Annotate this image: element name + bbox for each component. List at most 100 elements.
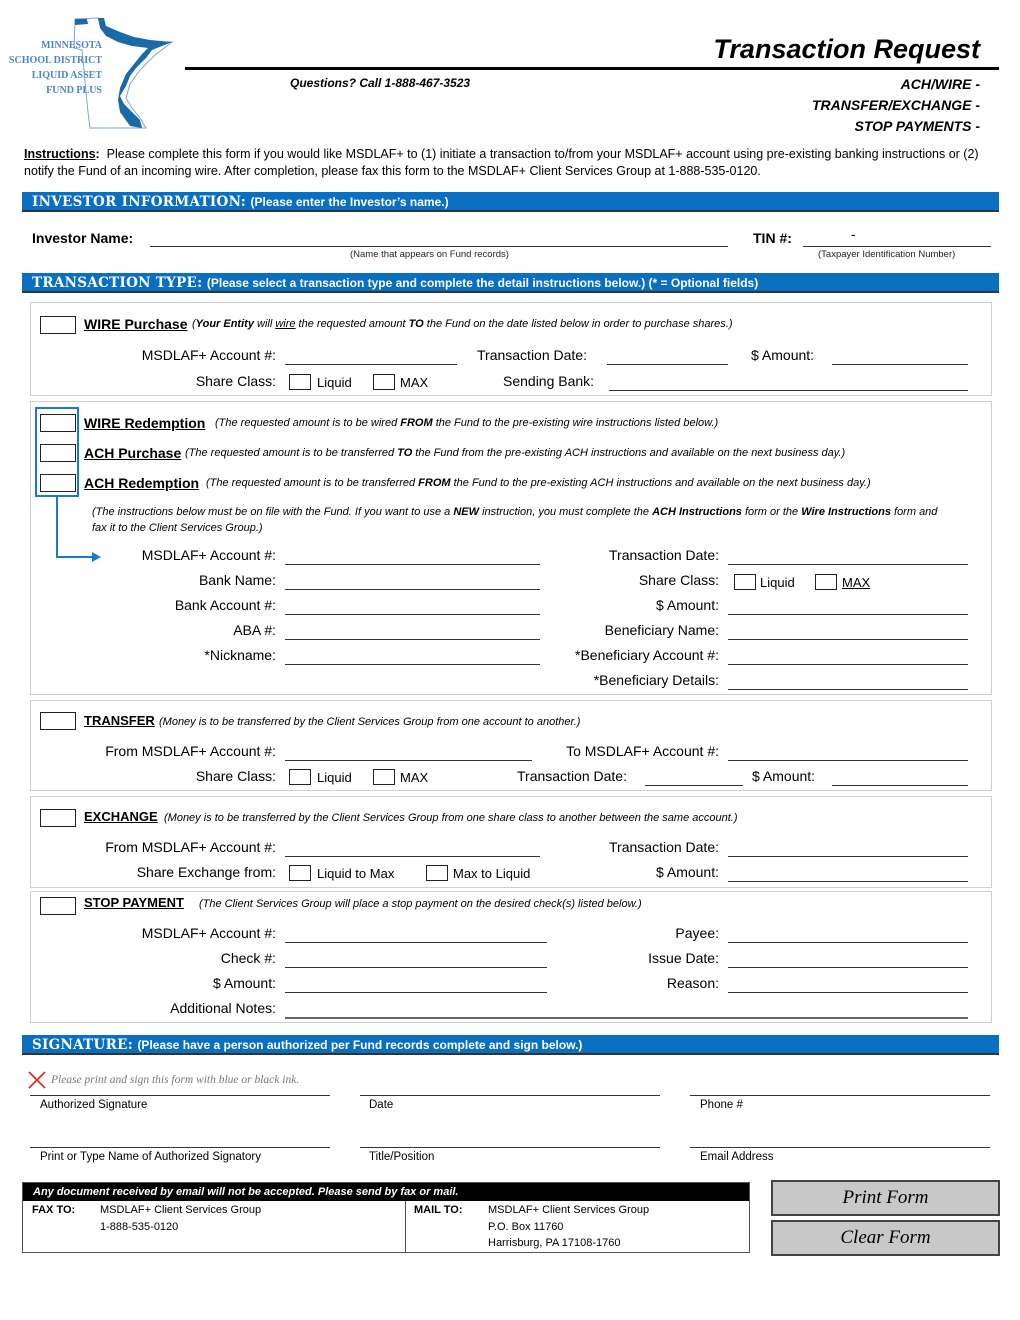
sp-payee-label: Payee: bbox=[675, 925, 719, 941]
wp-account-label: MSDLAF+ Account #: bbox=[141, 347, 276, 363]
ex-liquid-to-max-checkbox[interactable] bbox=[289, 865, 311, 881]
wp-amount-field[interactable] bbox=[832, 364, 968, 365]
wp-max-checkbox[interactable] bbox=[373, 374, 395, 390]
authorized-signature-field[interactable] bbox=[30, 1095, 330, 1096]
ach-redemption-checkbox[interactable] bbox=[40, 474, 76, 492]
ex-liquid-to-max-label: Liquid to Max bbox=[317, 866, 395, 881]
sp-reason-field[interactable] bbox=[728, 992, 968, 993]
ex-amount-field[interactable] bbox=[728, 881, 968, 882]
exchange-checkbox[interactable] bbox=[40, 809, 76, 827]
ex-date-field[interactable] bbox=[728, 856, 968, 857]
logo-line: LIQUID ASSET bbox=[31, 70, 102, 81]
wp-date-field[interactable] bbox=[607, 364, 728, 365]
mail-line: P.O. Box 11760 bbox=[488, 1220, 564, 1233]
ra-account-field[interactable] bbox=[285, 564, 540, 565]
email-field[interactable] bbox=[690, 1147, 990, 1148]
ra-date-label: Transaction Date: bbox=[609, 547, 719, 563]
sp-payee-field[interactable] bbox=[728, 942, 968, 943]
ach-purchase-desc: (The requested amount is to be transferr… bbox=[185, 447, 846, 459]
ra-beneficiary-details-field[interactable] bbox=[728, 689, 968, 690]
investor-information-bar: INVESTOR INFORMATION: (Please enter the … bbox=[22, 192, 999, 212]
ex-from-field[interactable] bbox=[285, 856, 540, 857]
fax-to-details: MSDLAF+ Client Services Group 1-888-535-… bbox=[100, 1202, 261, 1235]
ex-max-to-liquid-checkbox[interactable] bbox=[426, 865, 448, 881]
ach-redemption-title: ACH Redemption bbox=[84, 475, 200, 491]
tr-to-field[interactable] bbox=[728, 760, 968, 761]
ra-account-label: MSDLAF+ Account #: bbox=[141, 547, 276, 563]
title-position-field[interactable] bbox=[360, 1147, 660, 1148]
investor-name-hint: (Name that appears on Fund records) bbox=[350, 249, 509, 260]
sp-amount-field[interactable] bbox=[285, 992, 547, 993]
tin-field[interactable] bbox=[803, 246, 991, 247]
stop-payment-desc: (The Client Services Group will place a … bbox=[199, 898, 642, 910]
sp-notes-field[interactable] bbox=[285, 1017, 968, 1019]
ra-beneficiary-account-label: *Beneficiary Account #: bbox=[575, 647, 719, 663]
ach-redemption-desc: (The requested amount is to be transferr… bbox=[206, 477, 871, 489]
section-note: (Please enter the Investor’s name.) bbox=[250, 195, 449, 209]
tr-from-field[interactable] bbox=[285, 760, 532, 761]
page-title: Transaction Request bbox=[713, 34, 980, 64]
ra-max-checkbox[interactable] bbox=[815, 574, 837, 590]
ra-bank-name-field[interactable] bbox=[285, 589, 540, 590]
tr-max-label: MAX bbox=[400, 770, 429, 785]
ra-aba-field[interactable] bbox=[285, 639, 540, 640]
wire-redemption-checkbox[interactable] bbox=[40, 414, 76, 432]
sp-amount-label: $ Amount: bbox=[212, 975, 276, 991]
wp-sending-bank-label: Sending Bank: bbox=[503, 373, 595, 389]
sp-check-field[interactable] bbox=[285, 967, 547, 968]
clear-form-button[interactable]: Clear Form bbox=[771, 1220, 1000, 1256]
tr-date-field[interactable] bbox=[645, 785, 743, 786]
tr-share-class-label: Share Class: bbox=[195, 768, 276, 784]
ra-nickname-field[interactable] bbox=[285, 664, 540, 665]
investor-name-field[interactable] bbox=[150, 246, 728, 247]
transfer-desc: (Money is to be transferred by the Clien… bbox=[159, 716, 581, 728]
ach-purchase-checkbox[interactable] bbox=[40, 444, 76, 462]
tr-liquid-label: Liquid bbox=[317, 770, 352, 785]
msdlaf-logo: MINNESOTA SCHOOL DISTRICT LIQUID ASSET F… bbox=[9, 12, 177, 130]
connector-line bbox=[56, 497, 58, 557]
ra-beneficiary-account-field[interactable] bbox=[728, 664, 968, 665]
transfer-title: TRANSFER bbox=[84, 713, 155, 728]
sp-issue-date-field[interactable] bbox=[728, 967, 968, 968]
ra-liquid-checkbox[interactable] bbox=[734, 574, 756, 590]
wp-liquid-checkbox[interactable] bbox=[289, 374, 311, 390]
phone-field[interactable] bbox=[690, 1095, 990, 1096]
ra-date-field[interactable] bbox=[728, 564, 968, 565]
print-form-button[interactable]: Print Form bbox=[771, 1180, 1000, 1216]
ra-beneficiary-name-label: Beneficiary Name: bbox=[604, 622, 719, 638]
ra-bank-account-field[interactable] bbox=[285, 614, 540, 615]
wp-sending-bank-field[interactable] bbox=[609, 390, 968, 391]
section-title: TRANSACTION TYPE: bbox=[32, 275, 203, 291]
instructions-label: Instructions bbox=[24, 147, 96, 161]
transfer-checkbox[interactable] bbox=[40, 712, 76, 730]
tin-hint: (Taxpayer Identification Number) bbox=[818, 249, 956, 260]
ra-amount-label: $ Amount: bbox=[655, 597, 719, 613]
fax-to-label: FAX TO: bbox=[32, 1204, 76, 1216]
tr-amount-label: $ Amount: bbox=[752, 768, 816, 784]
email-label: Email Address bbox=[700, 1151, 774, 1163]
date-field[interactable] bbox=[360, 1095, 660, 1096]
logo-text: MINNESOTA SCHOOL DISTRICT LIQUID ASSET F… bbox=[9, 38, 102, 98]
ra-beneficiary-name-field[interactable] bbox=[728, 639, 968, 640]
wire-redemption-title: WIRE Redemption bbox=[84, 415, 206, 431]
wp-account-field[interactable] bbox=[285, 364, 457, 365]
footer-divider bbox=[405, 1201, 406, 1253]
ach-purchase-title: ACH Purchase bbox=[84, 445, 182, 461]
tr-liquid-checkbox[interactable] bbox=[289, 769, 311, 785]
ra-bank-account-label: Bank Account #: bbox=[174, 597, 276, 613]
tr-amount-field[interactable] bbox=[832, 785, 968, 786]
tr-max-checkbox[interactable] bbox=[373, 769, 395, 785]
instructions-text: Please complete this form if you would l… bbox=[24, 147, 979, 178]
title-divider bbox=[185, 67, 999, 70]
mail-line: Harrisburg, PA 17108-1760 bbox=[488, 1237, 621, 1249]
mail-line: MSDLAF+ Client Services Group bbox=[488, 1204, 650, 1216]
investor-name-label: Investor Name: bbox=[32, 230, 134, 246]
wire-purchase-checkbox[interactable] bbox=[40, 316, 76, 334]
instructions: Instructions: Please complete this form … bbox=[24, 147, 979, 178]
printed-name-field[interactable] bbox=[30, 1147, 330, 1148]
stop-payment-checkbox[interactable] bbox=[40, 897, 76, 915]
sp-account-field[interactable] bbox=[285, 942, 547, 943]
ra-amount-field[interactable] bbox=[728, 614, 968, 615]
title-position-label: Title/Position bbox=[369, 1151, 435, 1163]
wp-max-label: MAX bbox=[400, 375, 429, 390]
